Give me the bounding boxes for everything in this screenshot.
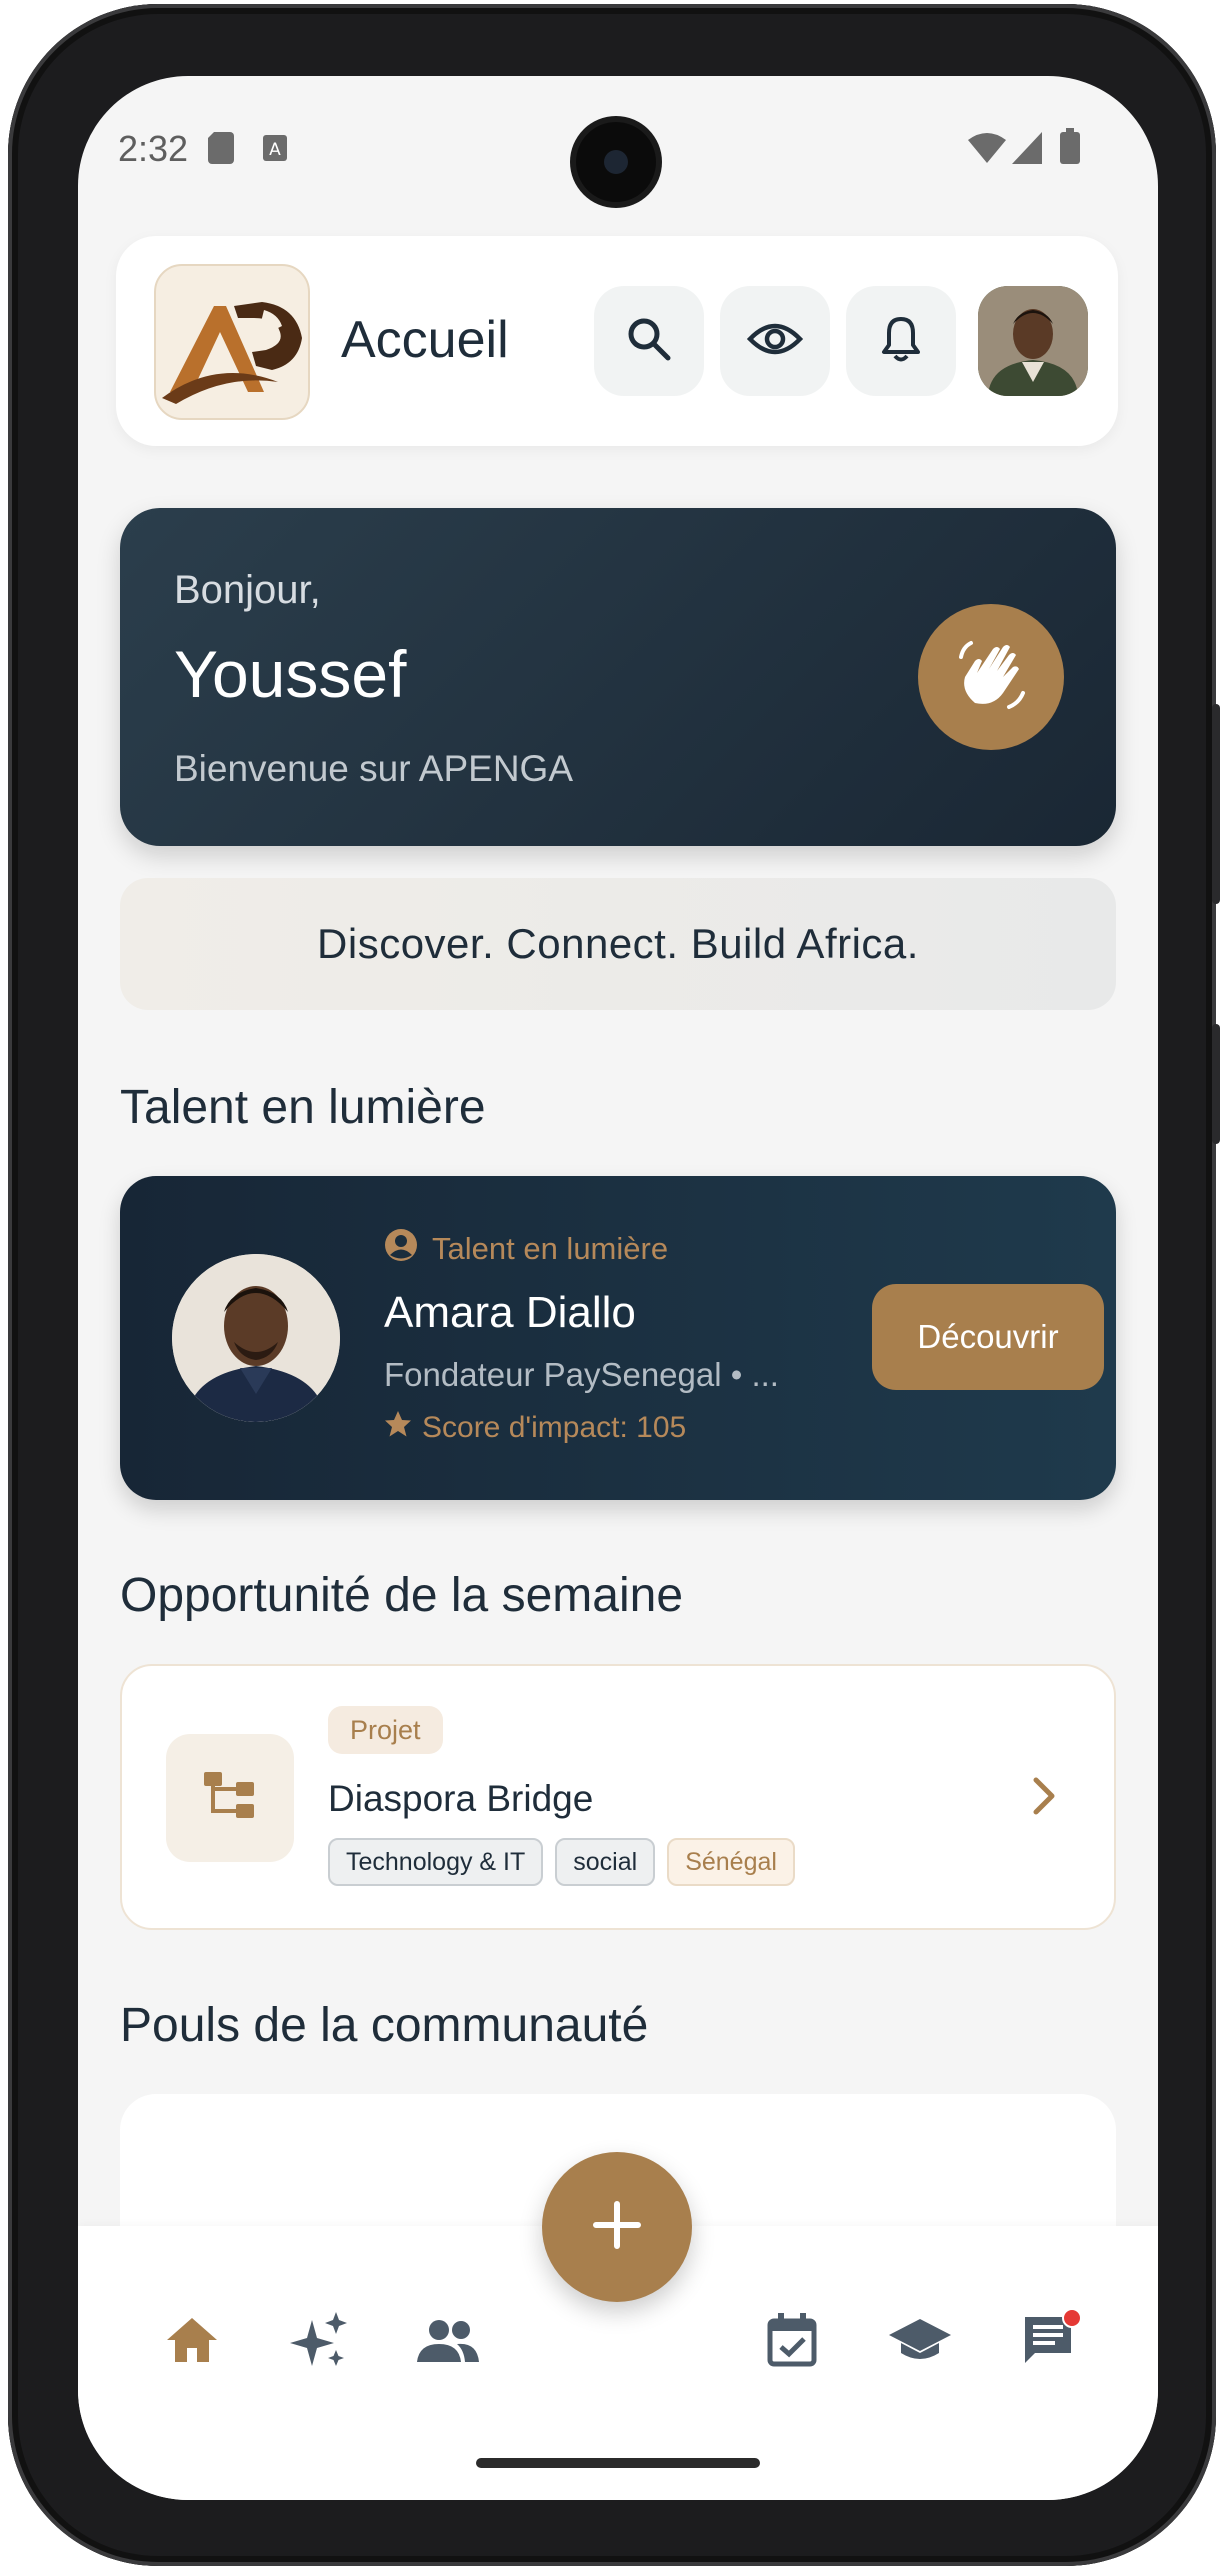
opportunity-icon-box <box>166 1734 294 1862</box>
nav-learning[interactable] <box>880 2302 960 2382</box>
sd-card-icon <box>208 132 234 169</box>
phone-frame: 2:32 A Accueil Bonjour, Youssef Bienvenu… <box>8 4 1220 2566</box>
svg-text:A: A <box>269 140 281 160</box>
discover-button[interactable]: Découvrir <box>872 1284 1104 1390</box>
wave-badge <box>918 604 1064 750</box>
opportunity-type-badge: Projet <box>328 1706 443 1754</box>
tag-chip: Technology & IT <box>328 1838 544 1886</box>
sparkle-icon <box>290 2310 350 2375</box>
user-name: Youssef <box>174 637 407 711</box>
keyboard-icon: A <box>262 134 288 167</box>
talent-name: Amara Diallo <box>384 1288 636 1337</box>
status-bar: 2:32 A <box>78 76 1158 216</box>
front-camera <box>576 122 656 202</box>
opportunity-card[interactable]: Projet Diaspora Bridge Technology & IT s… <box>120 1664 1116 1930</box>
account-tree-icon <box>202 1768 258 1829</box>
tag-chip-country: Sénégal <box>667 1838 795 1886</box>
nav-home[interactable] <box>152 2302 232 2382</box>
talent-avatar <box>172 1254 340 1422</box>
notification-dot <box>1062 2308 1082 2328</box>
wifi-icon <box>968 132 1006 169</box>
status-time: 2:32 <box>118 128 189 169</box>
waving-hand-icon <box>953 637 1029 718</box>
nav-discover[interactable] <box>280 2302 360 2382</box>
home-icon <box>165 2316 219 2369</box>
search-button[interactable] <box>594 286 704 396</box>
app-screen: 2:32 A Accueil Bonjour, Youssef Bienvenu… <box>78 76 1158 2500</box>
impact-score-text: Score d'impact: 105 <box>422 1411 687 1444</box>
profile-avatar[interactable] <box>978 286 1088 396</box>
create-fab[interactable] <box>542 2152 692 2302</box>
greeting-hello: Bonjour, <box>174 568 321 612</box>
chevron-right-icon <box>1030 1774 1058 1823</box>
power-button <box>1212 704 1220 904</box>
search-icon <box>626 316 672 367</box>
calendar-check-icon <box>767 2312 817 2372</box>
people-icon <box>417 2318 479 2367</box>
bell-icon <box>881 315 921 368</box>
nav-messages[interactable] <box>1008 2302 1088 2382</box>
section-title-community: Pouls de la communauté <box>120 1999 649 2052</box>
battery-icon <box>1060 128 1080 169</box>
tag-chip: social <box>555 1838 656 1886</box>
opportunity-title: Diaspora Bridge <box>328 1778 594 1819</box>
eye-icon <box>746 321 804 362</box>
signal-icon <box>1012 132 1042 169</box>
account-circle-icon <box>384 1228 418 1270</box>
greeting-card: Bonjour, Youssef Bienvenue sur APENGA <box>120 508 1116 846</box>
nav-community[interactable] <box>408 2302 488 2382</box>
top-app-bar: Accueil <box>116 236 1118 446</box>
home-indicator[interactable] <box>476 2458 760 2468</box>
school-icon <box>889 2317 951 2368</box>
plus-icon <box>592 2200 642 2255</box>
welcome-text: Bienvenue sur APENGA <box>174 748 573 789</box>
section-title-opportunity: Opportunité de la semaine <box>120 1569 684 1622</box>
page-title: Accueil <box>341 311 509 369</box>
volume-button <box>1212 1024 1220 1144</box>
tagline-banner: Discover. Connect. Build Africa. <box>120 878 1116 1010</box>
impact-score: Score d'impact: 105 <box>384 1410 686 1446</box>
talent-spotlight-card[interactable]: Talent en lumière Amara Diallo Fondateur… <box>120 1176 1116 1500</box>
talent-badge: Talent en lumière <box>384 1228 668 1270</box>
talent-badge-label: Talent en lumière <box>432 1231 669 1266</box>
section-title-talent: Talent en lumière <box>120 1081 486 1134</box>
opportunity-tags: Technology & IT social Sénégal <box>328 1838 795 1886</box>
app-logo[interactable] <box>154 264 310 420</box>
visibility-button[interactable] <box>720 286 830 396</box>
talent-role: Fondateur PaySenegal • ... <box>384 1356 779 1393</box>
nav-events[interactable] <box>752 2302 832 2382</box>
star-icon <box>384 1410 412 1446</box>
notifications-button[interactable] <box>846 286 956 396</box>
